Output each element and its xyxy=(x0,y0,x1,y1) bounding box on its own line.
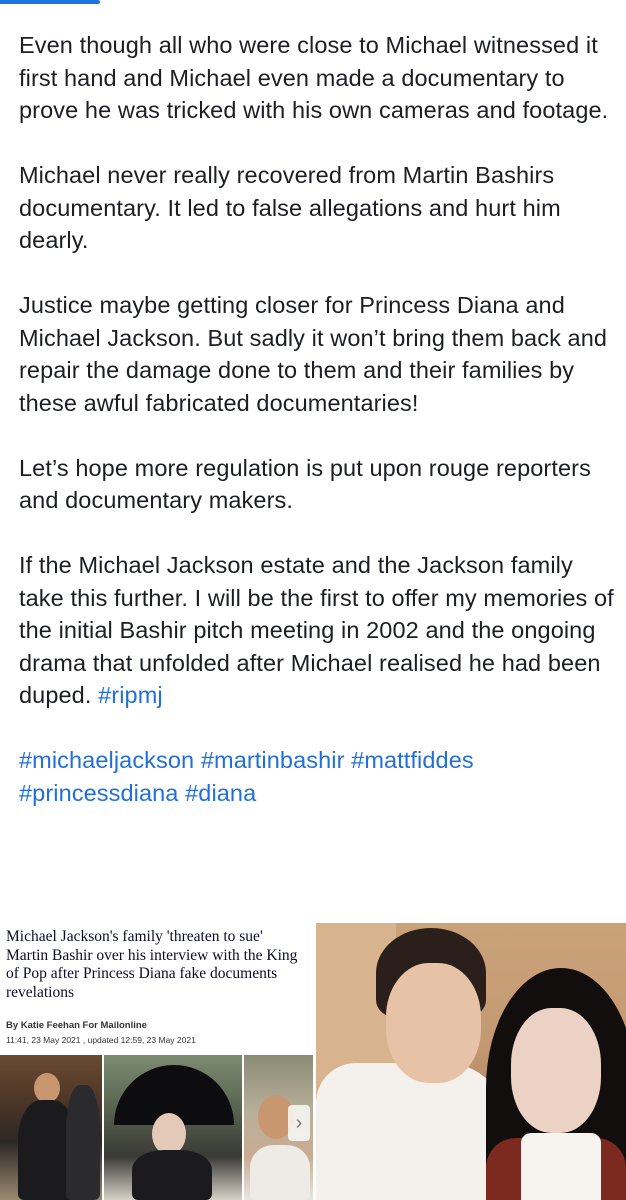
scroll-indicator xyxy=(0,0,100,4)
photo-person-left-face xyxy=(386,963,481,1083)
article-byline: By Katie Feehan For Mailonline xyxy=(6,1020,147,1031)
thumb-person xyxy=(66,1085,100,1200)
article-thumbnail-2 xyxy=(104,1055,242,1200)
photo-person-right-collar xyxy=(521,1133,601,1200)
article-headline: Michael Jackson's family 'threaten to su… xyxy=(6,928,298,1001)
media-gallery[interactable]: Michael Jackson's family 'threaten to su… xyxy=(0,915,626,1200)
post-body: Even though all who were close to Michae… xyxy=(19,29,614,809)
chevron-right-icon[interactable]: › xyxy=(288,1105,310,1141)
thumb-person xyxy=(250,1145,310,1200)
hashtag-list: #michaeljackson #martinbashir #mattfidde… xyxy=(19,744,614,809)
post-paragraph: Let’s hope more regulation is put upon r… xyxy=(19,454,591,514)
post-paragraph: Justice maybe getting closer for Princes… xyxy=(19,292,608,416)
article-thumbnail-1 xyxy=(0,1055,102,1200)
photo-person-left-shirt xyxy=(316,1063,506,1200)
thumb-face xyxy=(152,1113,186,1155)
photo-person-right-face xyxy=(511,1008,601,1133)
post-paragraph: Even though all who were close to Michae… xyxy=(19,32,609,123)
hashtags-line-2[interactable]: #princessdiana #diana xyxy=(19,777,614,810)
thumb-face xyxy=(34,1073,60,1103)
hashtags-line-1[interactable]: #michaeljackson #martinbashir #mattfidde… xyxy=(19,744,614,777)
post-paragraph: Michael never really recovered from Mart… xyxy=(19,162,561,253)
thumb-person xyxy=(132,1150,212,1200)
photo-two-men[interactable] xyxy=(316,923,626,1200)
post-paragraph-last: If the Michael Jackson estate and the Ja… xyxy=(19,549,614,712)
article-dateline: 11:41, 23 May 2021 , updated 12:59, 23 M… xyxy=(6,1035,196,1045)
hashtag-ripmj[interactable]: #ripmj xyxy=(98,682,163,708)
article-clipping-image[interactable]: Michael Jackson's family 'threaten to su… xyxy=(0,915,313,1200)
